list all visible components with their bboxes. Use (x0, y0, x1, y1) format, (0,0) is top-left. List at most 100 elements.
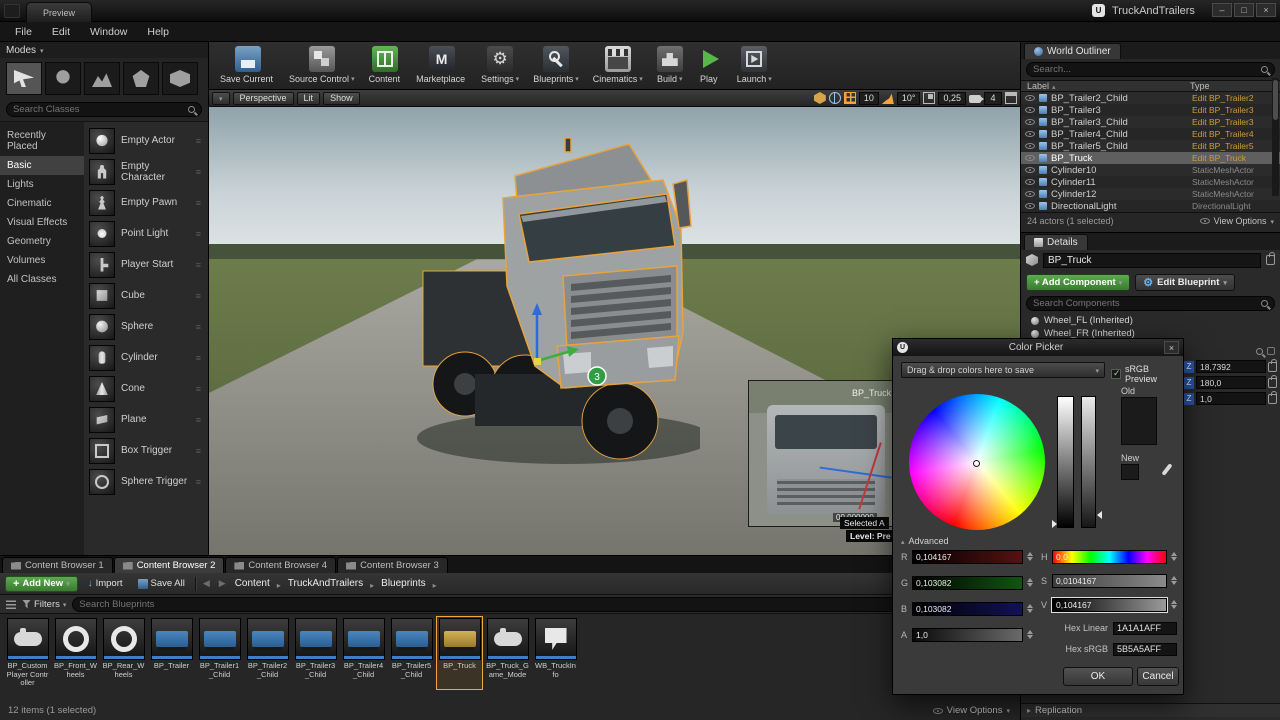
actor-type-link[interactable]: Edit BP_Trailer5 (1192, 141, 1276, 151)
placement-category[interactable]: Visual Effects (0, 213, 84, 232)
cb-view-options-button[interactable]: View Options (933, 705, 1010, 716)
spinner-icon[interactable] (1026, 630, 1033, 639)
asset-thumbnail[interactable] (103, 618, 145, 660)
actor-type-link[interactable]: DirectionalLight (1192, 201, 1276, 211)
visibility-eye-icon[interactable] (1025, 203, 1035, 209)
asset-thumbnail[interactable] (55, 618, 97, 660)
channel-value[interactable]: 0,104167 (1056, 600, 1091, 610)
outliner-row[interactable]: Cylinder11 StaticMeshActor (1021, 176, 1280, 188)
details-settings-icon[interactable] (1267, 347, 1275, 355)
editor-mode-tab[interactable] (84, 62, 120, 95)
toolbar-button[interactable]: Marketplace (409, 44, 474, 84)
asset-item[interactable]: BP_Trailer1_Child (196, 616, 243, 690)
channel-value[interactable]: 0,103082 (916, 578, 951, 588)
saved-colors-dropdown[interactable]: Drag & drop colors here to save (901, 362, 1105, 378)
visibility-eye-icon[interactable] (1025, 131, 1035, 137)
channel-slider[interactable]: 1,0 (912, 628, 1023, 642)
placeable-item[interactable]: Empty Character ≡ (89, 156, 206, 187)
toolbar-button[interactable]: Settings ▾ (474, 44, 526, 84)
sources-panel-toggle-icon[interactable] (6, 600, 16, 609)
component-row[interactable]: Wheel_FL (Inherited) (1021, 314, 1280, 327)
value-slider[interactable] (1081, 396, 1096, 528)
window-control-button[interactable]: – (1212, 3, 1232, 17)
placement-category[interactable]: Recently Placed (0, 126, 84, 156)
channel-value[interactable]: 0,0 (1056, 552, 1068, 562)
search-components-input[interactable] (1033, 298, 1257, 309)
color-wheel[interactable] (909, 394, 1045, 530)
actor-type-link[interactable]: Edit BP_Trailer3 (1192, 117, 1276, 127)
breadcrumb-item[interactable]: TruckAndTrailers (286, 578, 365, 589)
asset-thumbnail[interactable] (295, 618, 337, 660)
spinner-icon[interactable] (1026, 578, 1033, 587)
visibility-eye-icon[interactable] (1025, 119, 1035, 125)
actor-label[interactable]: Cylinder11 (1051, 177, 1188, 188)
editor-mode-tab[interactable] (162, 62, 198, 95)
placeable-item[interactable]: Empty Pawn ≡ (89, 187, 206, 218)
add-new-button[interactable]: Add New (5, 576, 78, 592)
menu-item[interactable]: Help (138, 24, 178, 40)
asset-item[interactable]: BP_Trailer4_Child (340, 616, 387, 690)
lock-icon[interactable] (1268, 394, 1277, 404)
outliner-row[interactable]: DirectionalLight DirectionalLight (1021, 200, 1280, 212)
placeable-item[interactable]: Cube ≡ (89, 280, 206, 311)
ok-button[interactable]: OK (1063, 667, 1133, 686)
rotation-snap-value[interactable]: 10° (897, 92, 921, 105)
classes-search-box[interactable] (6, 102, 202, 117)
replication-section-header[interactable]: Replication (1021, 703, 1280, 717)
toolbar-button[interactable]: Save Current (213, 44, 282, 84)
rotation-snap-icon[interactable] (882, 92, 894, 104)
visibility-eye-icon[interactable] (1025, 167, 1035, 173)
content-browser-tab[interactable]: Content Browser 2 (114, 557, 225, 573)
channel-value[interactable]: 0,104167 (916, 552, 951, 562)
spinner-icon[interactable] (1170, 552, 1177, 561)
toolbar-button[interactable]: Launch ▾ (730, 44, 779, 84)
transform-value-field[interactable]: 180,0 (1196, 376, 1266, 389)
view-mode-button[interactable]: Lit (297, 92, 321, 105)
content-browser-tab[interactable]: Content Browser 4 (225, 557, 336, 573)
column-label[interactable]: Label (1027, 81, 1049, 91)
add-component-button[interactable]: + Add Component (1026, 274, 1130, 291)
srgb-preview-toggle[interactable]: sRGB Preview (1111, 364, 1183, 384)
save-all-button[interactable]: Save All (133, 576, 190, 592)
forward-arrow-icon[interactable]: ▶ (217, 578, 228, 589)
actor-type-link[interactable]: StaticMeshActor (1192, 189, 1276, 199)
actor-type-link[interactable]: StaticMeshActor (1192, 165, 1276, 175)
outliner-search-input[interactable] (1033, 64, 1257, 75)
asset-thumbnail[interactable] (487, 618, 529, 660)
editor-mode-tab[interactable] (123, 62, 159, 95)
maximize-viewport-icon[interactable] (1005, 92, 1017, 104)
asset-item[interactable]: BP_Trailer2_Child (244, 616, 291, 690)
toolbar-button[interactable]: Blueprints ▾ (526, 44, 586, 84)
asset-item[interactable]: BP_Trailer3_Child (292, 616, 339, 690)
placement-category[interactable]: Volumes (0, 251, 84, 270)
asset-item[interactable]: BP_Trailer5_Child (388, 616, 435, 690)
asset-item[interactable]: BP_Rear_Wheels (100, 616, 147, 690)
cancel-button[interactable]: Cancel (1137, 667, 1179, 686)
outliner-row[interactable]: BP_Trailer4_Child Edit BP_Trailer4 (1021, 128, 1280, 140)
hex-srgb-field[interactable]: 5B5A5AFF (1113, 643, 1177, 656)
outliner-row[interactable]: Cylinder12 StaticMeshActor (1021, 188, 1280, 200)
placeable-item[interactable]: Sphere ≡ (89, 311, 206, 342)
placement-category[interactable]: Geometry (0, 232, 84, 251)
placeable-item[interactable]: Sphere Trigger ≡ (89, 466, 206, 497)
visibility-eye-icon[interactable] (1025, 179, 1035, 185)
srgb-checkbox[interactable] (1111, 369, 1121, 379)
back-arrow-icon[interactable]: ◀ (201, 578, 212, 589)
window-control-button[interactable]: □ (1234, 3, 1254, 17)
placement-category[interactable]: All Classes (0, 270, 84, 289)
surface-snap-icon[interactable] (829, 92, 841, 104)
show-flags-button[interactable]: Show (323, 92, 360, 105)
preview-window-tab[interactable]: Preview (26, 2, 92, 22)
placement-category[interactable]: Cinematic (0, 194, 84, 213)
placeable-item[interactable]: Box Trigger ≡ (89, 435, 206, 466)
search-classes-input[interactable] (13, 104, 184, 115)
placeable-item[interactable]: Plane ≡ (89, 404, 206, 435)
menu-item[interactable]: File (6, 24, 41, 40)
toolbar-button[interactable]: Source Control ▾ (282, 44, 362, 84)
lock-icon[interactable] (1268, 378, 1277, 388)
value-slider-handle[interactable] (1097, 511, 1102, 519)
asset-thumbnail[interactable] (439, 618, 481, 660)
placement-category[interactable]: Lights (0, 175, 84, 194)
actor-label[interactable]: BP_Truck (1051, 153, 1188, 164)
channel-value[interactable]: 0,0104167 (1056, 576, 1096, 586)
